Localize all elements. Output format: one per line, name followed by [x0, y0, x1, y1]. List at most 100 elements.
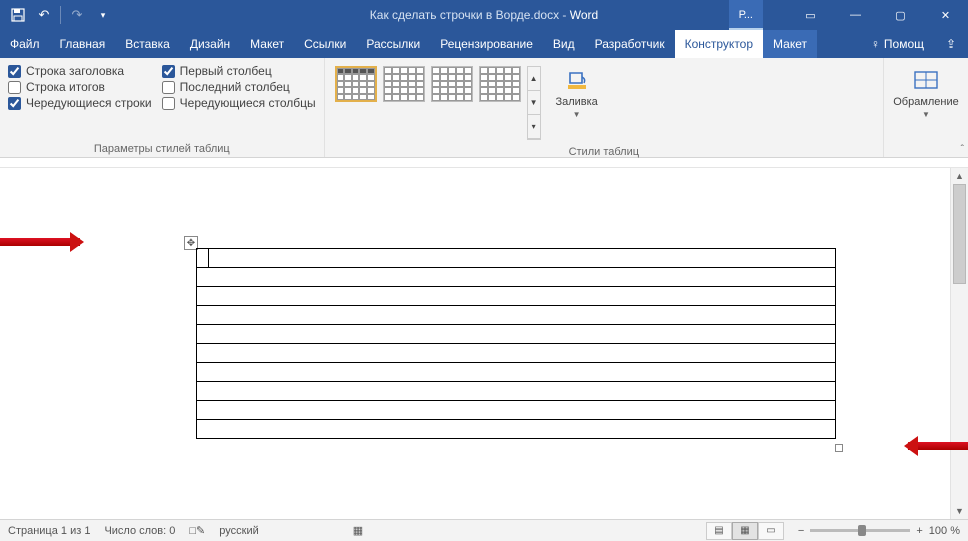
status-word-count[interactable]: Число слов: 0	[104, 525, 175, 537]
checkbox-banded-rows[interactable]: Чередующиеся строки	[8, 96, 152, 110]
vertical-scrollbar[interactable]: ▲ ▼	[950, 168, 968, 519]
shading-button[interactable]: Заливка ▼	[553, 62, 601, 119]
zoom-in-button[interactable]: +	[916, 525, 922, 537]
table-row[interactable]	[197, 249, 836, 268]
paint-bucket-icon	[563, 66, 591, 94]
share-button[interactable]: ⇪	[934, 30, 968, 58]
borders-button[interactable]: Обрамление ▼	[892, 62, 960, 141]
status-page[interactable]: Страница 1 из 1	[8, 525, 90, 537]
table-row[interactable]	[197, 420, 836, 439]
chevron-down-icon: ▼	[573, 110, 581, 119]
tab-references[interactable]: Ссылки	[294, 30, 356, 58]
checkbox-total-row[interactable]: Строка итогов	[8, 80, 152, 94]
view-read-mode[interactable]: ▤	[706, 522, 732, 540]
table-styles-gallery[interactable]: ▲▼▾	[333, 62, 543, 144]
window-controls: ▭ — ▢ ✕	[788, 0, 968, 30]
zoom-control: − + 100 %	[798, 525, 960, 537]
table-resize-handle-icon[interactable]	[835, 444, 843, 452]
ruler[interactable]	[0, 158, 968, 168]
tab-developer[interactable]: Разработчик	[585, 30, 675, 58]
checkbox-last-column[interactable]: Последний столбец	[162, 80, 316, 94]
annotation-arrow-left	[0, 238, 80, 246]
style-thumb-3[interactable]	[431, 66, 473, 102]
status-proofing-icon[interactable]: □✎	[189, 524, 205, 537]
label-total-row: Строка итогов	[26, 80, 105, 94]
table-row[interactable]	[197, 363, 836, 382]
tell-me-label: Помощ	[884, 37, 924, 51]
ribbon-display-options-icon[interactable]: ▭	[788, 0, 833, 30]
scroll-down-icon[interactable]: ▼	[951, 503, 968, 519]
table-row[interactable]	[197, 382, 836, 401]
redo-icon[interactable]: ↷	[67, 5, 87, 25]
status-macro-icon[interactable]: ▦	[353, 524, 363, 537]
view-print-layout[interactable]: ▦	[732, 522, 758, 540]
zoom-level[interactable]: 100 %	[929, 525, 960, 537]
tab-layout[interactable]: Макет	[240, 30, 294, 58]
table-row[interactable]	[197, 325, 836, 344]
tab-view[interactable]: Вид	[543, 30, 585, 58]
label-banded-columns: Чередующиеся столбцы	[180, 96, 316, 110]
shading-label: Заливка	[555, 96, 597, 108]
zoom-slider[interactable]	[810, 529, 910, 532]
tab-mailings[interactable]: Рассылки	[356, 30, 430, 58]
app-name: Word	[570, 8, 598, 22]
tab-design[interactable]: Дизайн	[180, 30, 240, 58]
tell-me[interactable]: ♀ Помощ	[861, 30, 934, 58]
checkbox-header-row[interactable]: Строка заголовка	[8, 64, 152, 78]
contextual-tab-group: Р...	[729, 0, 763, 30]
group-borders: Обрамление ▼	[884, 58, 968, 157]
quick-access-toolbar: ↶ ↷ ▾	[0, 5, 121, 25]
tab-review[interactable]: Рецензирование	[430, 30, 543, 58]
page-viewport[interactable]: ✥	[0, 168, 950, 519]
scroll-track[interactable]	[951, 184, 968, 503]
tab-insert[interactable]: Вставка	[115, 30, 180, 58]
title-bar: ↶ ↷ ▾ Как сделать строчки в Ворде.docx -…	[0, 0, 968, 30]
scroll-thumb[interactable]	[953, 184, 966, 284]
ribbon: Строка заголовка Строка итогов Чередующи…	[0, 58, 968, 158]
document-table[interactable]	[196, 248, 836, 439]
group-label-borders	[892, 141, 960, 155]
checkbox-first-column[interactable]: Первый столбец	[162, 64, 316, 78]
lightbulb-icon: ♀	[871, 37, 880, 51]
close-icon[interactable]: ✕	[923, 0, 968, 30]
qat-separator	[60, 6, 61, 24]
gallery-up-icon[interactable]: ▲	[528, 67, 540, 91]
table-row[interactable]	[197, 344, 836, 363]
table-row[interactable]	[197, 401, 836, 420]
view-buttons: ▤ ▦ ▭	[706, 522, 784, 540]
gallery-more-icon[interactable]: ▾	[528, 115, 540, 139]
gallery-scroll[interactable]: ▲▼▾	[527, 66, 541, 140]
zoom-slider-knob[interactable]	[858, 525, 866, 536]
scroll-up-icon[interactable]: ▲	[951, 168, 968, 184]
checkbox-banded-columns[interactable]: Чередующиеся столбцы	[162, 96, 316, 110]
tab-table-layout[interactable]: Макет	[763, 30, 817, 58]
collapse-ribbon-icon[interactable]: ˆ	[961, 144, 964, 155]
group-label-options: Параметры стилей таблиц	[8, 141, 316, 155]
document-area: ✥ ▲ ▼	[0, 158, 968, 519]
table-row[interactable]	[197, 306, 836, 325]
group-label-styles: Стили таблиц	[333, 144, 875, 158]
style-thumb-4[interactable]	[479, 66, 521, 102]
qat-customize-icon[interactable]: ▾	[93, 5, 113, 25]
tab-file[interactable]: Файл	[0, 30, 50, 58]
table-row[interactable]	[197, 268, 836, 287]
group-table-style-options: Строка заголовка Строка итогов Чередующи…	[0, 58, 325, 157]
status-language[interactable]: русский	[219, 525, 258, 537]
label-header-row: Строка заголовка	[26, 64, 124, 78]
ribbon-tabs: Файл Главная Вставка Дизайн Макет Ссылки…	[0, 30, 968, 58]
table-row[interactable]	[197, 287, 836, 306]
tab-home[interactable]: Главная	[50, 30, 116, 58]
borders-icon	[912, 66, 940, 94]
gallery-down-icon[interactable]: ▼	[528, 91, 540, 115]
save-icon[interactable]	[8, 5, 28, 25]
undo-icon[interactable]: ↶	[34, 5, 54, 25]
style-thumb-2[interactable]	[383, 66, 425, 102]
label-first-column: Первый столбец	[180, 64, 272, 78]
zoom-out-button[interactable]: −	[798, 525, 804, 537]
view-web-layout[interactable]: ▭	[758, 522, 784, 540]
style-thumb-1[interactable]	[335, 66, 377, 102]
tab-constructor[interactable]: Конструктор	[675, 30, 763, 58]
minimize-icon[interactable]: —	[833, 0, 878, 30]
window-title: Как сделать строчки в Ворде.docx - Word	[370, 8, 598, 22]
maximize-icon[interactable]: ▢	[878, 0, 923, 30]
